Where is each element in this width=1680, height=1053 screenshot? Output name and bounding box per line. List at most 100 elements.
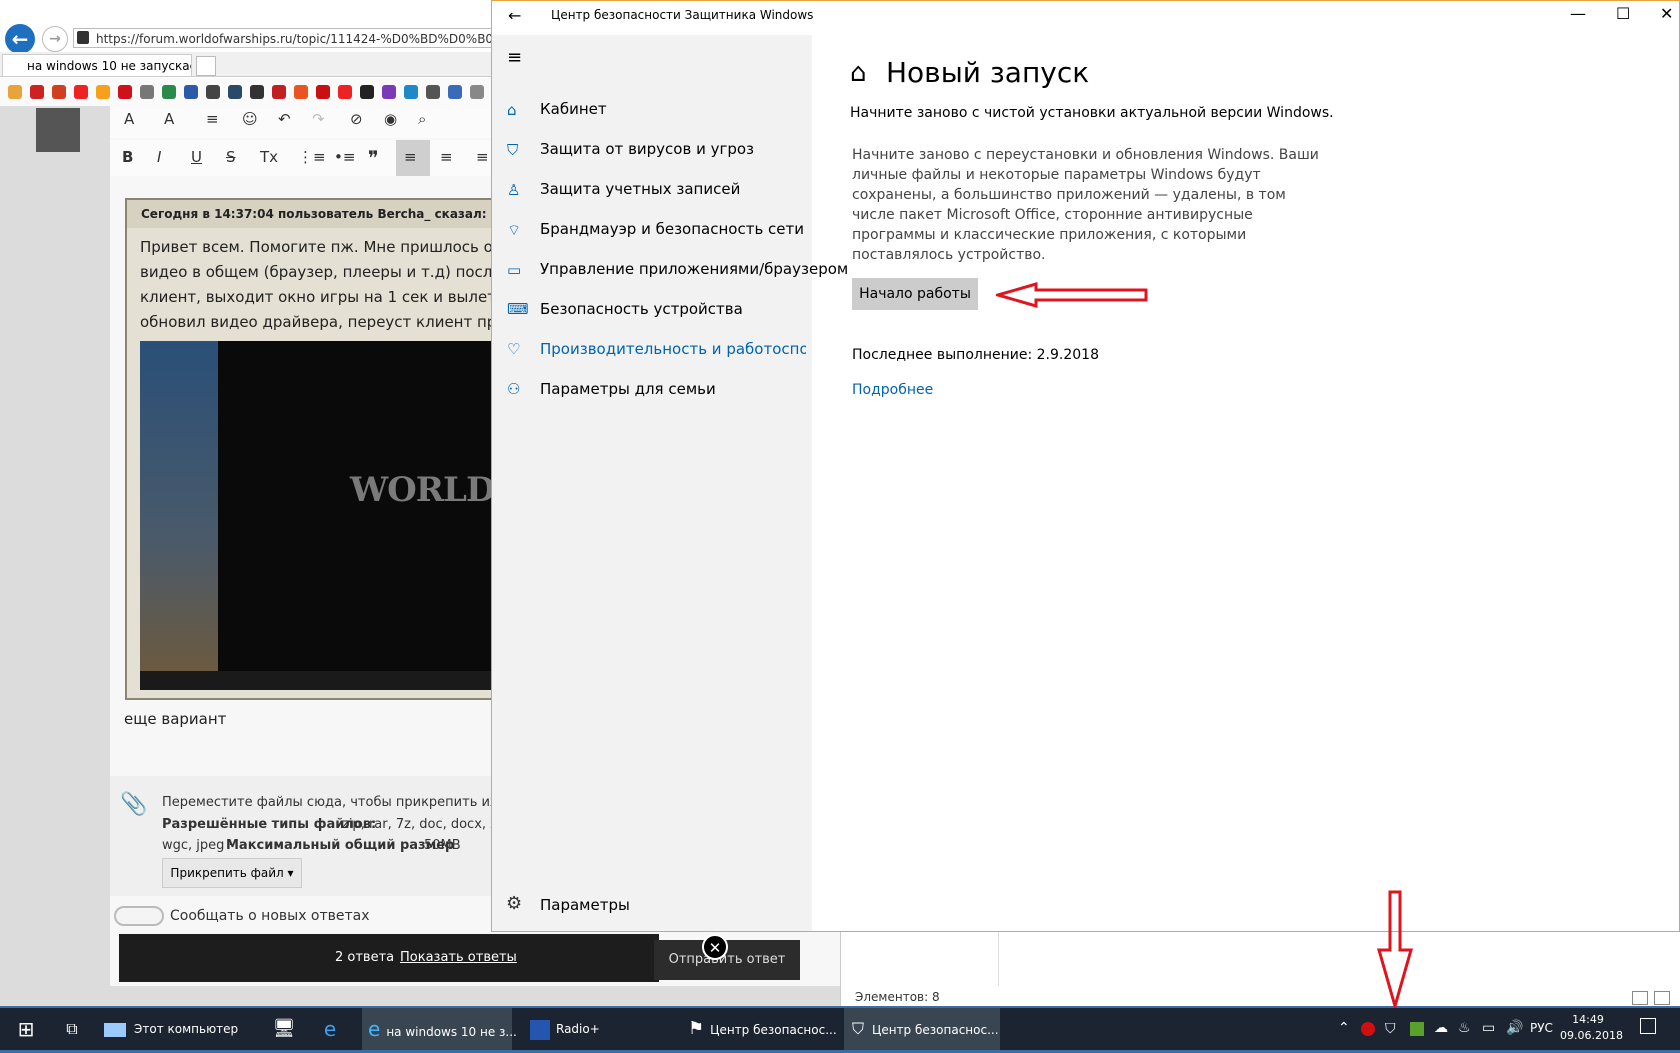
reply-text[interactable]: еще вариант bbox=[124, 710, 226, 728]
underline-icon[interactable]: U bbox=[191, 148, 202, 166]
start-button[interactable]: Начало работы bbox=[852, 278, 978, 310]
favorite-icon[interactable] bbox=[96, 85, 110, 99]
new-tab-button[interactable] bbox=[196, 56, 216, 76]
task-view-icon[interactable]: ⧉ bbox=[58, 1008, 86, 1050]
heart-pulse-icon: ♡ bbox=[507, 340, 521, 358]
background-color-icon[interactable]: A bbox=[164, 110, 174, 128]
max-size-value: 50MB bbox=[424, 838, 461, 853]
nav-item-performance[interactable]: Производительность и работоспособно bbox=[540, 340, 806, 358]
forward-arrow-icon[interactable]: → bbox=[42, 26, 68, 52]
taskbar-item[interactable]: ⛉ Центр безопаснос... bbox=[844, 1008, 1000, 1050]
nav-item-family[interactable]: Параметры для семьи bbox=[540, 380, 716, 398]
yandex-icon[interactable] bbox=[30, 85, 44, 99]
avatar[interactable] bbox=[36, 108, 80, 152]
cloud-icon[interactable]: ☁ bbox=[1434, 1020, 1448, 1036]
shield-icon: ⛉ bbox=[507, 141, 519, 159]
clock[interactable]: 14:49 09.06.2018 bbox=[1560, 1012, 1623, 1044]
taskbar-item[interactable]: Radio+ bbox=[530, 1008, 676, 1050]
favorite-icon[interactable] bbox=[448, 85, 462, 99]
tray-icon[interactable]: ♨ bbox=[1458, 1020, 1471, 1036]
play-icon[interactable] bbox=[360, 85, 374, 99]
link-icon[interactable]: ⊘ bbox=[350, 110, 363, 128]
emoji-icon[interactable]: ☺ bbox=[242, 110, 258, 128]
favorite-icon[interactable] bbox=[228, 85, 242, 99]
explorer-divider bbox=[998, 932, 999, 986]
favorite-icon[interactable] bbox=[316, 85, 330, 99]
hamburger-menu-icon[interactable]: ≡ bbox=[507, 47, 522, 68]
show-replies-link[interactable]: Показать ответы bbox=[400, 950, 517, 965]
taskbar-item[interactable]: e на windows 10 не з... bbox=[362, 1008, 517, 1050]
favorite-icon[interactable] bbox=[470, 85, 484, 99]
details-view-icon[interactable] bbox=[1632, 991, 1648, 1005]
strikethrough-icon[interactable]: S bbox=[226, 148, 236, 166]
font-color-icon[interactable]: A bbox=[124, 110, 134, 128]
volume-icon[interactable]: 🔊 bbox=[1506, 1020, 1523, 1036]
align-center-icon[interactable]: ≡ bbox=[440, 148, 453, 166]
tray-chevron-icon[interactable]: ⌃ bbox=[1338, 1020, 1350, 1036]
italic-icon[interactable]: I bbox=[157, 148, 161, 166]
twitch-icon[interactable] bbox=[382, 85, 396, 99]
nvidia-tray-icon[interactable] bbox=[1410, 1022, 1424, 1036]
nav-item-apps[interactable]: Управление приложениями/браузером bbox=[540, 260, 848, 278]
youtube-icon[interactable] bbox=[338, 85, 352, 99]
favorite-icon[interactable] bbox=[162, 85, 176, 99]
clear-format-icon[interactable]: Tx bbox=[260, 148, 278, 166]
quote-icon[interactable]: ❞ bbox=[368, 146, 379, 170]
horizontal-rule-icon[interactable]: ≡ bbox=[206, 110, 219, 128]
favorite-icon[interactable] bbox=[118, 85, 132, 99]
paperclip-icon: 📎 bbox=[120, 792, 148, 817]
align-left-icon[interactable]: ≡ bbox=[404, 148, 417, 166]
nav-item-device[interactable]: Безопасность устройства bbox=[540, 300, 743, 318]
align-right-icon[interactable]: ≡ bbox=[476, 148, 489, 166]
nav-item-firewall[interactable]: Брандмауэр и безопасность сети bbox=[540, 220, 804, 238]
antivirus-tray-icon[interactable] bbox=[1361, 1022, 1375, 1036]
favorite-icon[interactable] bbox=[250, 85, 264, 99]
nav-item-accounts[interactable]: Защита учетных записей bbox=[540, 180, 740, 198]
taskbar-item[interactable]: Этот компьютер bbox=[104, 1008, 252, 1050]
favorite-icon[interactable] bbox=[272, 85, 286, 99]
more-info-link[interactable]: Подробнее bbox=[852, 382, 933, 398]
large-icons-view-icon[interactable] bbox=[1654, 991, 1670, 1005]
network-icon[interactable]: ▭ bbox=[1482, 1020, 1495, 1036]
language-indicator[interactable]: РУС bbox=[1530, 1021, 1553, 1035]
attach-file-button[interactable]: Прикрепить файл ▾ bbox=[162, 858, 302, 888]
settings-link[interactable]: Параметры bbox=[540, 896, 630, 914]
back-arrow-icon[interactable]: ← bbox=[5, 24, 35, 54]
close-icon[interactable]: ✕ bbox=[702, 934, 728, 960]
network-drive-icon[interactable]: 🖥 bbox=[272, 1008, 296, 1050]
favorite-icon[interactable] bbox=[294, 85, 308, 99]
browser-tab[interactable]: на windows 10 не запускае... bbox=[2, 54, 192, 76]
maximize-icon[interactable]: ☐ bbox=[1616, 4, 1630, 23]
favorite-icon[interactable] bbox=[426, 85, 440, 99]
favorite-icon[interactable] bbox=[8, 85, 22, 99]
nav-item-home[interactable]: Кабинет bbox=[540, 100, 607, 118]
minimize-icon[interactable]: — bbox=[1570, 4, 1586, 23]
gear-icon[interactable]: ⚙ bbox=[506, 893, 522, 914]
favorite-icon[interactable] bbox=[404, 85, 418, 99]
bold-icon[interactable]: B bbox=[122, 148, 133, 166]
windows-start-icon[interactable]: ⊞ bbox=[12, 1008, 40, 1050]
undo-icon[interactable]: ↶ bbox=[278, 110, 291, 128]
close-window-icon[interactable]: ✕ bbox=[1660, 4, 1673, 23]
nav-item-virus[interactable]: Защита от вирусов и угроз bbox=[540, 140, 754, 158]
redo-icon[interactable]: ↷ bbox=[312, 110, 325, 128]
favorite-icon[interactable] bbox=[206, 85, 220, 99]
taskbar-label: на windows 10 не з... bbox=[386, 1025, 517, 1039]
numbered-list-icon[interactable]: ⋮≡ bbox=[298, 148, 326, 166]
shield-tray-icon[interactable]: ⛉ bbox=[1385, 1021, 1396, 1037]
taskbar-item[interactable]: ⚑ Центр безопаснос... bbox=[688, 1008, 838, 1050]
wifi-antenna-icon: ⌔ bbox=[507, 221, 522, 239]
youtube-icon[interactable] bbox=[74, 85, 88, 99]
preview-eye-icon[interactable]: ◉ bbox=[384, 110, 397, 128]
find-icon[interactable]: ⌕ bbox=[418, 110, 426, 128]
quote-line: Привет всем. Помогите пж. Мне пришлось о… bbox=[140, 238, 522, 256]
notify-toggle[interactable] bbox=[114, 906, 164, 926]
url-input[interactable]: https://forum.worldofwarships.ru/topic/1… bbox=[73, 28, 493, 48]
bullet-list-icon[interactable]: •≡ bbox=[334, 148, 355, 166]
favorite-icon[interactable] bbox=[184, 85, 198, 99]
back-arrow-icon[interactable]: ← bbox=[508, 6, 521, 25]
action-center-icon[interactable] bbox=[1640, 1018, 1656, 1034]
edge-browser-icon[interactable]: e bbox=[318, 1008, 342, 1050]
favorite-icon[interactable] bbox=[52, 85, 66, 99]
favorite-icon[interactable] bbox=[140, 85, 154, 99]
